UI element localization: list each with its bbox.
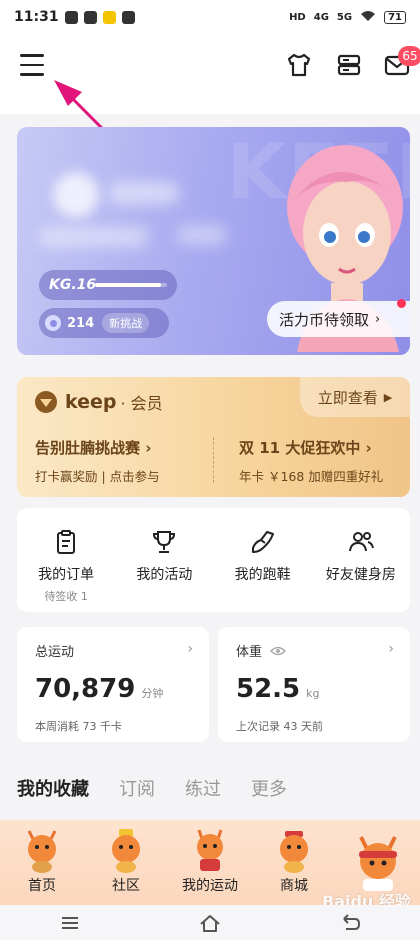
stat-title: 总运动 (35, 645, 75, 660)
coins-pill[interactable]: 214 新挑战 (39, 308, 169, 338)
divider (213, 437, 214, 483)
top-bar: 65 (0, 34, 420, 114)
claim-label: 活力币待领取 (279, 310, 370, 329)
shortcut-sub: 待签收 1 (44, 590, 88, 603)
mascot-icon (280, 831, 308, 873)
nav-label: 首页 (28, 878, 56, 894)
chevron-right-icon: › (187, 641, 193, 657)
coins-value: 214 (67, 315, 95, 331)
collection-tabs: 我的收藏 订阅 练过 更多 (17, 775, 287, 801)
weight-stat-card[interactable]: 体重 › 52.5 kg 上次记录 43 天前 (218, 627, 410, 742)
nav-item-home[interactable]: 首页 (0, 820, 84, 905)
chevron-right-icon: › (388, 641, 394, 657)
stat-value: 52.5 (236, 674, 301, 704)
mail-count-badge: 65 (398, 46, 420, 66)
view-label: 立即查看 (317, 388, 378, 407)
exercise-stat-card[interactable]: 总运动 › 70,879 分钟 本周消耗 73 千卡 (17, 627, 209, 742)
stat-value: 70,879 (35, 674, 136, 704)
new-challenge-tag[interactable]: 新挑战 (102, 313, 150, 333)
status-time: 11:31 (14, 9, 59, 25)
promo-challenge[interactable]: 告别肚腩挑战赛 › 打卡赢奖励 | 点击参与 (35, 437, 160, 485)
friends-icon (348, 532, 374, 552)
promo-title: 告别肚腩挑战赛 › (35, 439, 152, 457)
app-notification-icon (102, 10, 116, 24)
tab-favorites[interactable]: 我的收藏 (17, 775, 89, 801)
eye-icon[interactable] (270, 646, 287, 656)
promo-subtitle: 打卡赢奖励 | 点击参与 (35, 469, 160, 484)
nav-label: 商城 (280, 878, 308, 894)
status-bar: 11:31 HD 4G 5G 71 (0, 0, 420, 34)
shortcut-label: 我的订单 (38, 567, 95, 583)
nav-item-my-sports[interactable]: 我的运动 (168, 820, 252, 905)
stat-title: 体重 (236, 645, 263, 660)
nav-label: 社区 (112, 878, 140, 894)
membership-logo-icon (35, 391, 57, 413)
nav-item-community[interactable]: 社区 (84, 820, 168, 905)
membership-title: · 会员 (120, 394, 163, 413)
level-progress-track (95, 283, 167, 287)
avatar[interactable] (53, 172, 99, 218)
battery-icon: 71 (384, 10, 406, 24)
stat-unit: 分钟 (141, 687, 164, 700)
level-pill[interactable]: KG.16 (39, 270, 177, 300)
home-icon[interactable] (198, 913, 222, 933)
stat-subtitle: 本周消耗 73 千卡 (35, 720, 122, 733)
promo-sale[interactable]: 双 11 大促狂欢中 › 年卡 ￥168 加赠四重好礼 (239, 437, 383, 485)
mascot-icon (27, 830, 57, 873)
shortcut-label: 我的跑鞋 (234, 567, 291, 583)
membership-header: keep · 会员 (35, 390, 163, 414)
shortcut-my-shoes[interactable]: 我的跑鞋 (214, 508, 312, 612)
coin-icon (45, 315, 61, 331)
shortcut-grid: 我的订单 待签收 1 我的活动 我的跑鞋 好友健身房 (17, 508, 410, 612)
mascot-icon (112, 829, 140, 873)
user-info-blurred (39, 227, 149, 247)
shoe-icon (251, 531, 274, 553)
trophy-icon (153, 531, 176, 553)
clipboard-icon (57, 530, 76, 554)
tab-subscriptions[interactable]: 订阅 (119, 775, 155, 801)
user-info-blurred (177, 225, 227, 245)
view-membership-button[interactable]: 立即查看 ▶ (300, 377, 410, 417)
tab-more[interactable]: 更多 (251, 775, 287, 801)
message-notification-icon (64, 10, 78, 24)
system-nav-bar (0, 905, 420, 940)
notification-dot (397, 299, 406, 308)
shortcut-label: 好友健身房 (325, 567, 396, 583)
hd-icon: HD (289, 11, 306, 23)
mascot-icon (359, 836, 397, 891)
chevron-right-icon: › (375, 311, 381, 327)
mascot-icon (197, 829, 223, 871)
shortcut-my-orders[interactable]: 我的订单 待签收 1 (17, 508, 115, 612)
claim-coins-button[interactable]: 活力币待领取 › (267, 301, 410, 337)
shortcut-friends-gym[interactable]: 好友健身房 (312, 508, 410, 612)
level-label: KG.16 (49, 277, 97, 293)
stat-subtitle: 上次记录 43 天前 (236, 720, 323, 733)
signal-5g-icon: 5G (336, 11, 353, 23)
back-icon[interactable] (338, 913, 362, 933)
signal-4g-icon: 4G (313, 11, 329, 23)
membership-card[interactable]: keep · 会员 立即查看 ▶ 告别肚腩挑战赛 › 打卡赢奖励 | 点击参与 … (17, 377, 410, 497)
device-icon[interactable] (334, 50, 364, 80)
menu-icon[interactable] (20, 54, 44, 76)
caret-right-icon: ▶ (383, 390, 393, 404)
nav-label: 我的运动 (182, 878, 238, 894)
profile-card[interactable]: KEEP KG.16 214 新挑战 活力币待领取 › (17, 127, 410, 355)
promo-title: 双 11 大促狂欢中 › (239, 439, 372, 457)
stat-unit: kg (306, 687, 320, 700)
wifi-icon (360, 10, 376, 25)
shortcut-label: 我的活动 (136, 567, 193, 583)
shirt-icon[interactable] (284, 50, 314, 80)
membership-brand: keep (65, 391, 117, 413)
username-blurred (109, 182, 179, 204)
menu-lines-icon[interactable] (58, 913, 82, 933)
tab-practiced[interactable]: 练过 (185, 775, 221, 801)
stat-title-row: 体重 (236, 641, 392, 660)
translate-notification-icon (121, 10, 135, 24)
promo-subtitle: 年卡 ￥168 加赠四重好礼 (239, 469, 384, 484)
level-progress-fill (95, 283, 162, 287)
app-notification-icon (83, 10, 97, 24)
shortcut-my-activities[interactable]: 我的活动 (115, 508, 213, 612)
